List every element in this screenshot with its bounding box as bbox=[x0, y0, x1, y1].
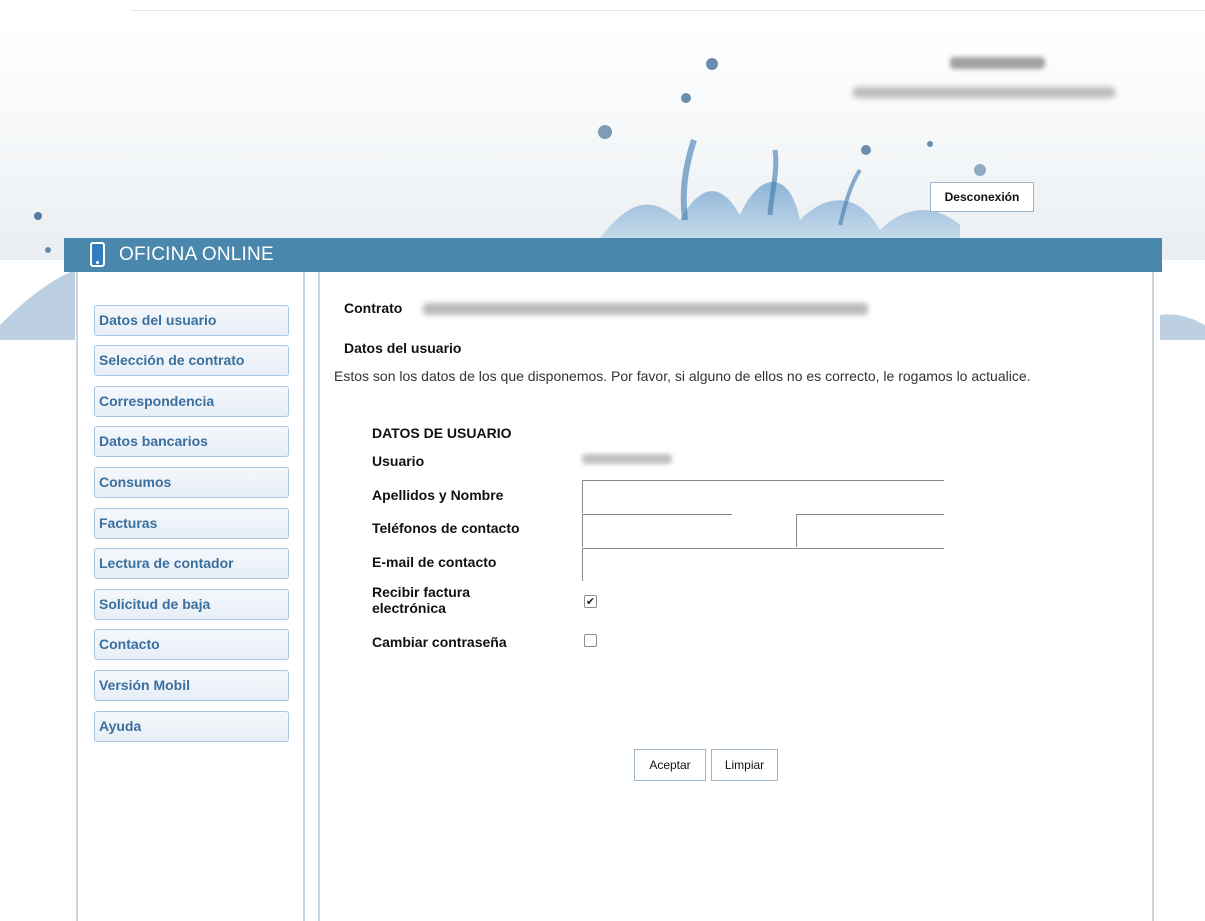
email-label: E-mail de contacto bbox=[372, 554, 497, 570]
cambiar-contrasena-label: Cambiar contraseña bbox=[372, 634, 507, 650]
sidebar-item-contacto[interactable]: Contacto bbox=[94, 629, 289, 660]
telefono-2-field[interactable] bbox=[796, 514, 944, 547]
sidebar-item-seleccion-contrato[interactable]: Selección de contrato bbox=[94, 345, 289, 376]
intro-text: Estos son los datos de los que disponemo… bbox=[334, 368, 1031, 384]
top-divider bbox=[130, 10, 1205, 11]
clear-button[interactable]: Limpiar bbox=[711, 749, 778, 781]
usuario-label: Usuario bbox=[372, 453, 425, 469]
accept-button[interactable]: Aceptar bbox=[634, 749, 706, 781]
phone-icon bbox=[90, 242, 105, 267]
sidebar-item-ayuda[interactable]: Ayuda bbox=[94, 711, 289, 742]
cambiar-contrasena-checkbox[interactable] bbox=[584, 634, 597, 647]
sidebar-item-consumos[interactable]: Consumos bbox=[94, 467, 289, 498]
factura-label-line1: Recibir factura bbox=[372, 584, 471, 600]
sidebar-item-facturas[interactable]: Facturas bbox=[94, 508, 289, 539]
factura-electronica-label: Recibir factura electrónica bbox=[372, 584, 470, 616]
contract-label: Contrato bbox=[344, 300, 403, 316]
telefono-1-field[interactable] bbox=[582, 514, 732, 547]
app-title-bar: OFICINA ONLINE bbox=[64, 238, 1162, 272]
section-title: Datos del usuario bbox=[344, 340, 462, 356]
sidebar-item-solicitud-baja[interactable]: Solicitud de baja bbox=[94, 589, 289, 620]
sidebar-item-correspondencia[interactable]: Correspondencia bbox=[94, 386, 289, 417]
factura-electronica-checkbox[interactable]: ✔ bbox=[584, 595, 597, 608]
email-field[interactable] bbox=[582, 548, 944, 581]
username-redacted bbox=[950, 57, 1045, 69]
logout-button[interactable]: Desconexión bbox=[930, 182, 1034, 212]
fullname-redacted bbox=[853, 87, 1115, 98]
contract-value-redacted bbox=[423, 303, 868, 315]
main-content: Contrato Datos del usuario Estos son los… bbox=[318, 272, 1154, 921]
telefonos-label: Teléfonos de contacto bbox=[372, 520, 520, 536]
nombre-field[interactable] bbox=[582, 480, 944, 513]
form-heading: DATOS DE USUARIO bbox=[372, 425, 512, 441]
sidebar-item-lectura-contador[interactable]: Lectura de contador bbox=[94, 548, 289, 579]
sidebar: Datos del usuario Selección de contrato … bbox=[76, 272, 305, 921]
app-title: OFICINA ONLINE bbox=[119, 244, 274, 265]
factura-label-line2: electrónica bbox=[372, 600, 446, 616]
sidebar-item-datos-usuario[interactable]: Datos del usuario bbox=[94, 305, 289, 336]
nombre-label: Apellidos y Nombre bbox=[372, 487, 504, 503]
sidebar-item-datos-bancarios[interactable]: Datos bancarios bbox=[94, 426, 289, 457]
usuario-value-redacted bbox=[582, 454, 672, 464]
sidebar-item-version-mobil[interactable]: Versión Mobil bbox=[94, 670, 289, 701]
